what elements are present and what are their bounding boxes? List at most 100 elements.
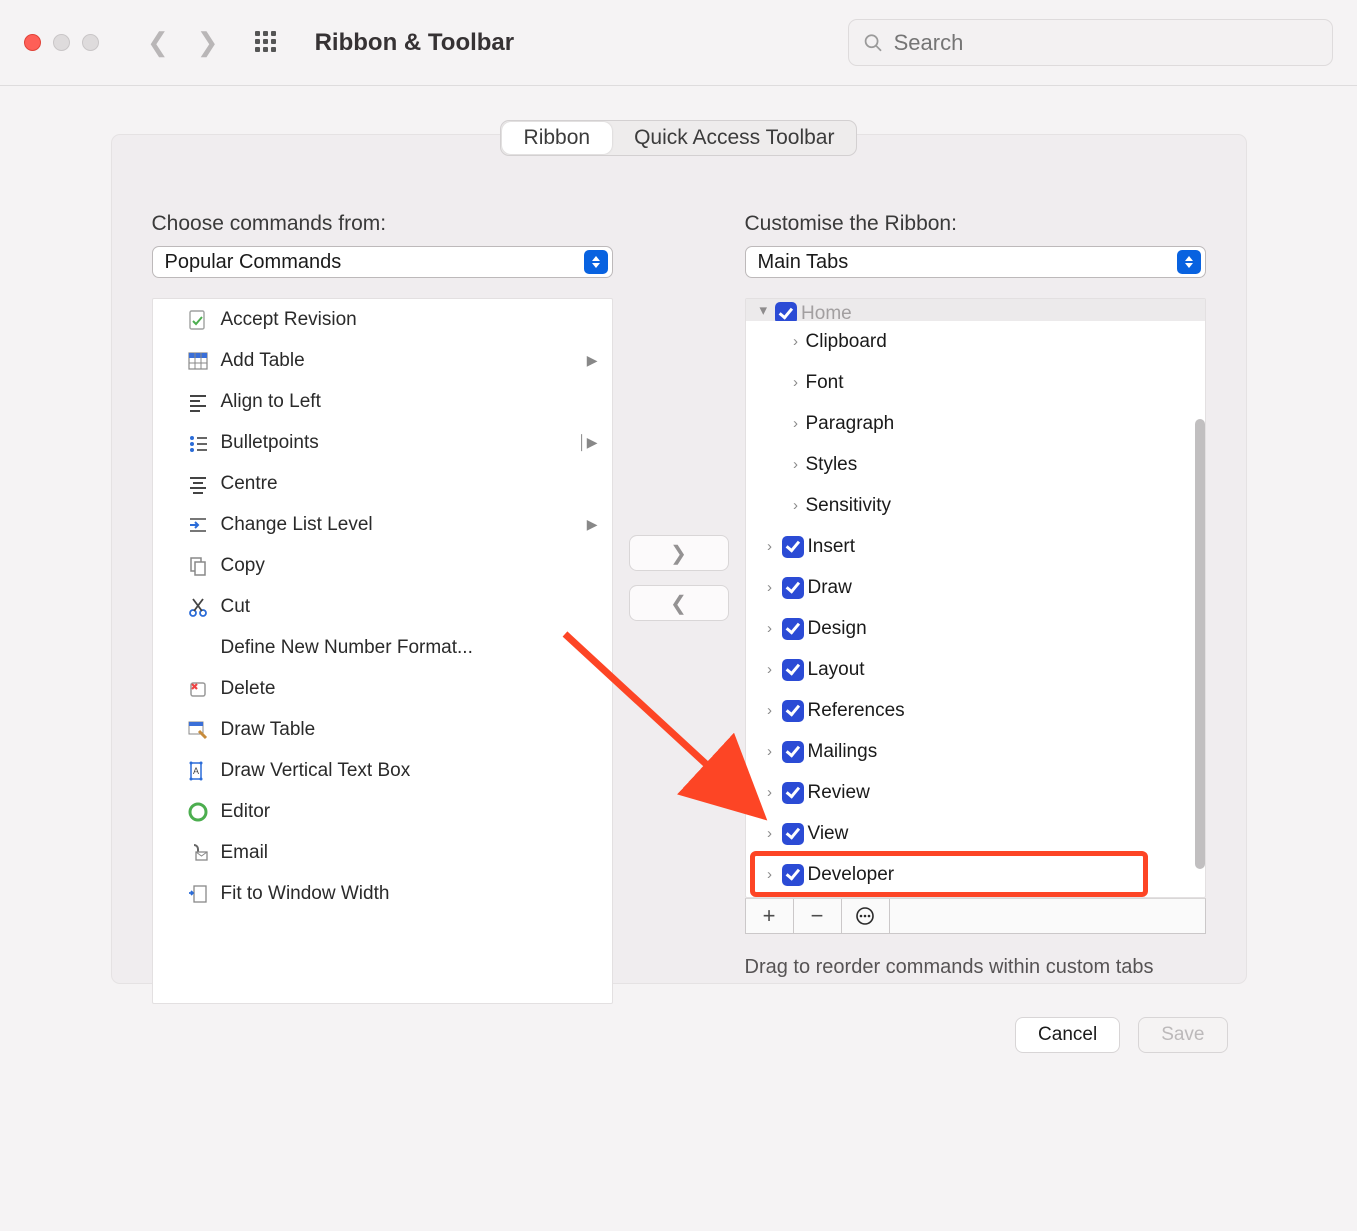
tab-tree-item[interactable]: › Developer: [746, 854, 1205, 895]
chevron-right-icon: ›: [760, 825, 780, 842]
segmented-control: Ribbon Quick Access Toolbar: [500, 120, 858, 156]
choose-commands-value: Popular Commands: [165, 251, 342, 274]
search-box[interactable]: [848, 19, 1333, 66]
chevron-right-icon: ›: [760, 743, 780, 760]
command-item[interactable]: Centre: [153, 463, 612, 504]
customise-ribbon-select[interactable]: Main Tabs: [745, 246, 1206, 278]
tab-tree-item[interactable]: › Review: [746, 772, 1205, 813]
command-item[interactable]: Add Table ▶: [153, 340, 612, 381]
chevron-right-icon: ›: [760, 866, 780, 883]
minimize-window-button[interactable]: [53, 34, 70, 51]
command-label: Bulletpoints: [221, 432, 319, 454]
tab-label: Home: [801, 303, 852, 321]
command-label: Define New Number Format...: [221, 637, 473, 659]
tab-label: Review: [808, 782, 870, 804]
command-item[interactable]: Copy: [153, 545, 612, 586]
zoom-window-button[interactable]: [82, 34, 99, 51]
add-table-icon: [183, 349, 213, 373]
tab-label: Insert: [808, 536, 856, 558]
cancel-button[interactable]: Cancel: [1015, 1017, 1120, 1053]
save-button[interactable]: Save: [1138, 1017, 1227, 1053]
change-list-level-icon: [183, 513, 213, 537]
command-item[interactable]: Accept Revision: [153, 299, 612, 340]
tab-tree-subitem[interactable]: ›Sensitivity: [746, 485, 1205, 526]
tab-label: Developer: [808, 864, 895, 886]
command-label: Accept Revision: [221, 309, 357, 331]
command-label: Email: [221, 842, 269, 864]
chevron-right-icon: ›: [786, 374, 806, 391]
tab-group-label: Clipboard: [806, 331, 887, 353]
email-icon: [183, 841, 213, 865]
centre-icon: [183, 472, 213, 496]
command-item[interactable]: Delete: [153, 668, 612, 709]
command-item[interactable]: Define New Number Format...: [153, 627, 612, 668]
align-left-icon: [183, 390, 213, 414]
command-item[interactable]: Bulletpoints │▶: [153, 422, 612, 463]
submenu-indicator-icon: │▶: [578, 434, 598, 451]
command-label: Draw Vertical Text Box: [221, 760, 411, 782]
forward-button[interactable]: ❯: [197, 27, 219, 58]
command-item[interactable]: A Draw Vertical Text Box: [153, 750, 612, 791]
delete-icon: [183, 677, 213, 701]
command-item[interactable]: Align to Left: [153, 381, 612, 422]
remove-command-button[interactable]: ❮: [629, 585, 729, 621]
checkbox-icon[interactable]: [782, 536, 804, 558]
command-item[interactable]: Draw Table: [153, 709, 612, 750]
checkbox-icon[interactable]: [782, 782, 804, 804]
choose-commands-column: Choose commands from: Popular Commands A…: [152, 212, 613, 1004]
checkbox-icon[interactable]: [782, 659, 804, 681]
checkbox-icon[interactable]: [782, 741, 804, 763]
tab-group-label: Paragraph: [806, 413, 895, 435]
commands-listbox[interactable]: Accept Revision Add Table ▶ Align to Lef…: [152, 298, 613, 1004]
checkbox-icon[interactable]: [782, 864, 804, 886]
search-input[interactable]: [892, 29, 1318, 57]
tab-options-button[interactable]: [842, 899, 890, 933]
command-label: Fit to Window Width: [221, 883, 390, 905]
checkbox-icon[interactable]: [782, 618, 804, 640]
back-button[interactable]: ❮: [147, 27, 169, 58]
tab-tree-item[interactable]: › View: [746, 813, 1205, 854]
tab-tree-item[interactable]: › References: [746, 690, 1205, 731]
chevron-right-icon: ›: [786, 415, 806, 432]
add-command-button[interactable]: ❯: [629, 535, 729, 571]
command-item[interactable]: Cut: [153, 586, 612, 627]
checkbox-icon[interactable]: [782, 823, 804, 845]
tab-tree-subitem[interactable]: ›Styles: [746, 444, 1205, 485]
command-item[interactable]: Change List Level ▶: [153, 504, 612, 545]
show-all-icon[interactable]: [255, 31, 279, 55]
transfer-buttons: ❯ ❮: [613, 212, 745, 1004]
add-tab-button[interactable]: +: [746, 899, 794, 933]
reorder-help-text: Drag to reorder commands within custom t…: [745, 956, 1206, 979]
tab-tree-item[interactable]: › Design: [746, 608, 1205, 649]
choose-commands-select[interactable]: Popular Commands: [152, 246, 613, 278]
ribbon-tabs-tree[interactable]: Home›Clipboard›Font›Paragraph›Styles›Sen…: [745, 298, 1206, 898]
checkbox-icon[interactable]: [782, 700, 804, 722]
tab-tree-item[interactable]: › Layout: [746, 649, 1205, 690]
checkbox-checked-icon[interactable]: [775, 302, 797, 321]
tab-tree-item[interactable]: › Insert: [746, 526, 1205, 567]
tab-tree-item-home[interactable]: Home: [746, 299, 1205, 321]
bulletpoints-icon: [183, 431, 213, 455]
command-item[interactable]: Editor: [153, 791, 612, 832]
tab-tree-subitem[interactable]: ›Paragraph: [746, 403, 1205, 444]
command-item[interactable]: Email: [153, 832, 612, 873]
tab-ribbon[interactable]: Ribbon: [502, 122, 613, 154]
updown-icon: [1177, 250, 1201, 274]
remove-tab-button[interactable]: −: [794, 899, 842, 933]
checkbox-icon[interactable]: [782, 577, 804, 599]
tab-label: View: [808, 823, 849, 845]
blank-icon: [183, 636, 213, 660]
tab-quick-access-toolbar[interactable]: Quick Access Toolbar: [612, 121, 856, 155]
customise-ribbon-value: Main Tabs: [758, 251, 849, 274]
tab-tree-subitem[interactable]: ›Clipboard: [746, 321, 1205, 362]
tab-tree-subitem[interactable]: ›Font: [746, 362, 1205, 403]
command-label: Delete: [221, 678, 276, 700]
tab-tree-item[interactable]: › Mailings: [746, 731, 1205, 772]
draw-table-icon: [183, 718, 213, 742]
tab-tree-item[interactable]: › Draw: [746, 567, 1205, 608]
command-item[interactable]: Fit to Window Width: [153, 873, 612, 914]
tab-group-label: Sensitivity: [806, 495, 892, 517]
close-window-button[interactable]: [24, 34, 41, 51]
window-toolbar: ❮ ❯ Ribbon & Toolbar: [0, 0, 1357, 86]
tab-label: References: [808, 700, 905, 722]
